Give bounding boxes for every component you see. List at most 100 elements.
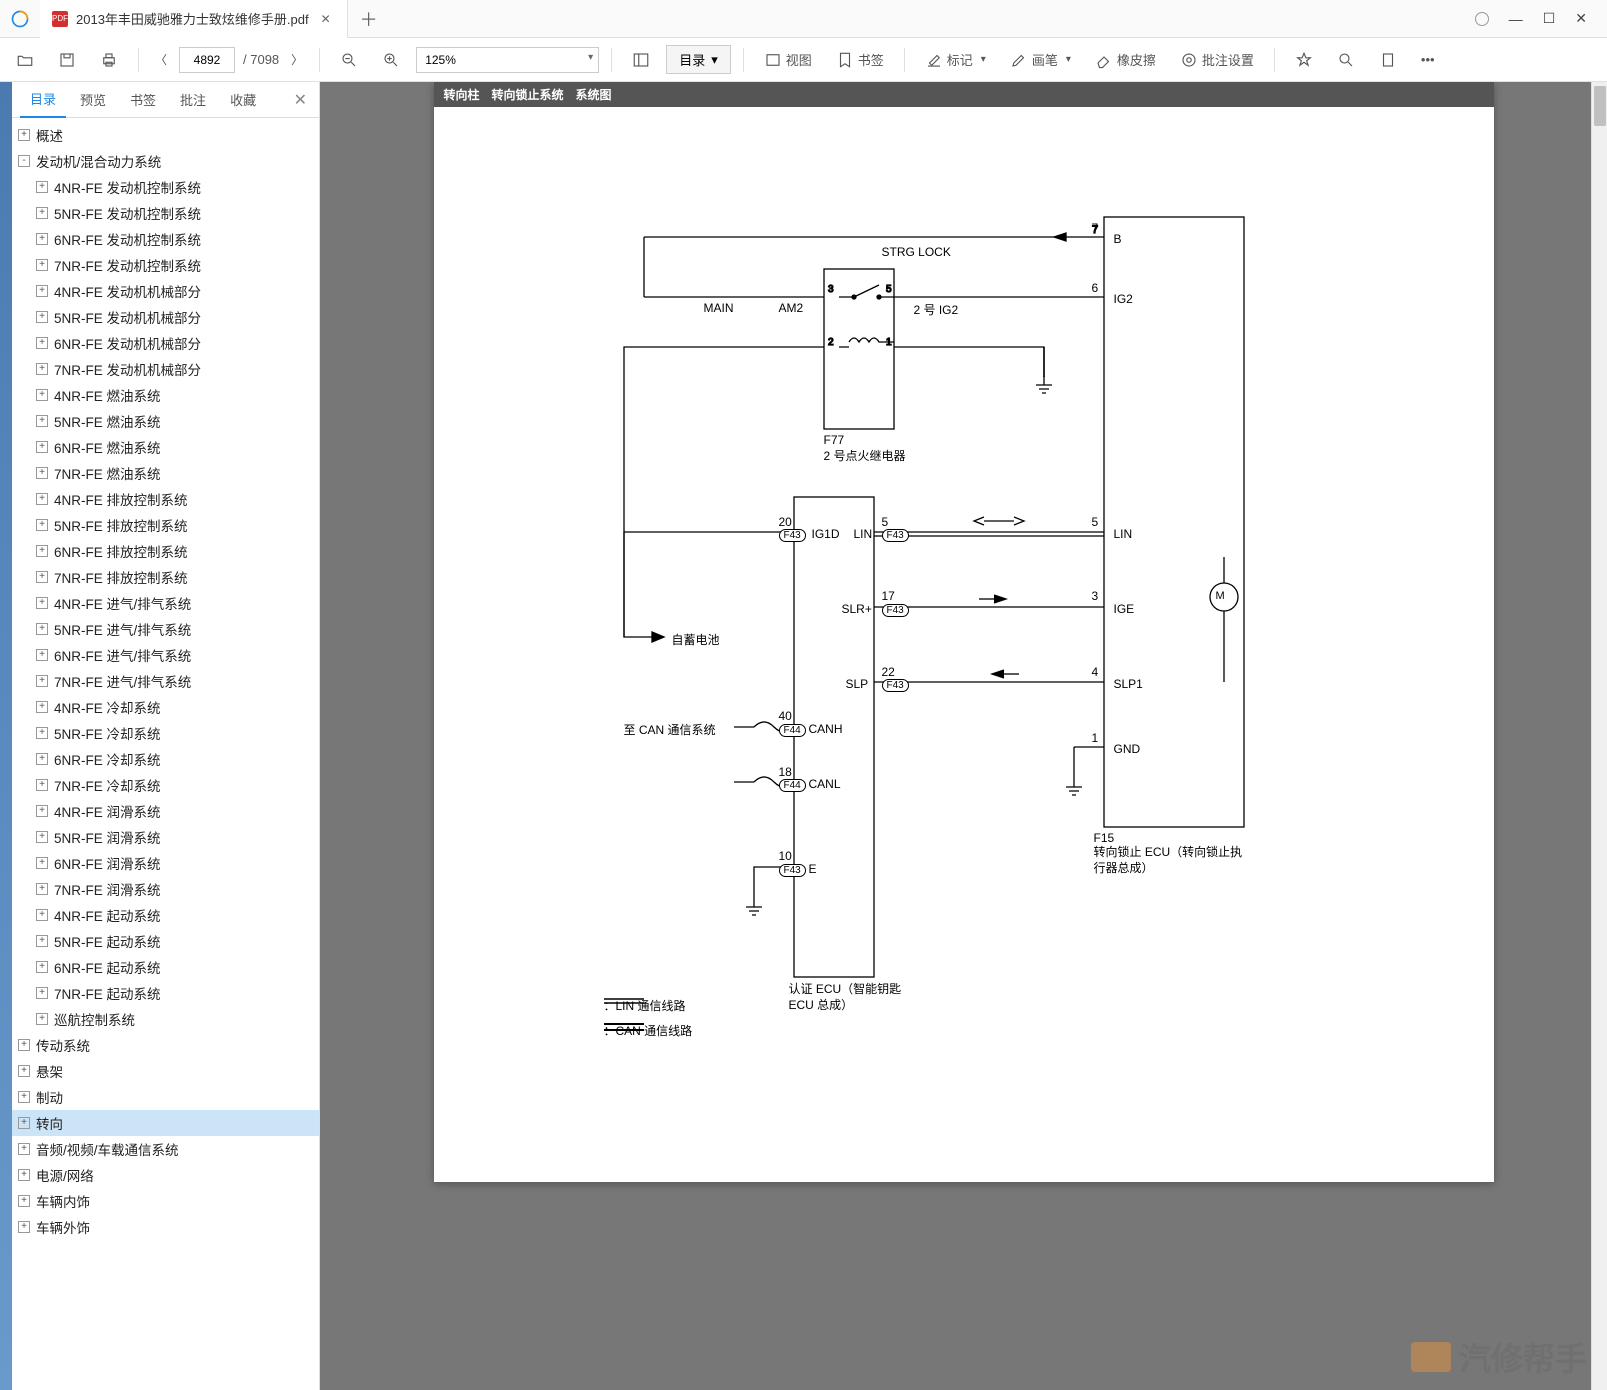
prev-page-button[interactable]: 〈 [151, 47, 171, 72]
vertical-scrollbar[interactable] [1591, 82, 1607, 1390]
tree-item[interactable]: +6NR-FE 发动机机械部分 [12, 330, 319, 356]
scroll-up-region[interactable] [1594, 86, 1606, 126]
tree-item[interactable]: +5NR-FE 进气/排气系统 [12, 616, 319, 642]
tree-item[interactable]: +4NR-FE 发动机机械部分 [12, 278, 319, 304]
tree-toggle-icon[interactable]: + [36, 493, 48, 505]
tree-item[interactable]: +7NR-FE 进气/排气系统 [12, 668, 319, 694]
tree-toggle-icon[interactable]: + [36, 233, 48, 245]
tree-toggle-icon[interactable]: + [36, 181, 48, 193]
tree-item[interactable]: +悬架 [12, 1058, 319, 1084]
tree-item[interactable]: +6NR-FE 润滑系统 [12, 850, 319, 876]
tree-toggle-icon[interactable]: + [36, 441, 48, 453]
sidebar-tab-preview[interactable]: 预览 [70, 82, 116, 117]
tree-toggle-icon[interactable]: + [36, 259, 48, 271]
tree-item[interactable]: +7NR-FE 发动机机械部分 [12, 356, 319, 382]
tree-toggle-icon[interactable]: + [36, 415, 48, 427]
tree-item[interactable]: +4NR-FE 发动机控制系统 [12, 174, 319, 200]
document-viewport[interactable]: 转向柱 转向锁止系统 系统图 [320, 82, 1607, 1390]
tree-toggle-icon[interactable]: + [18, 1143, 30, 1155]
tree-toggle-icon[interactable]: + [36, 675, 48, 687]
tree-toggle-icon[interactable]: + [36, 701, 48, 713]
tree-toggle-icon[interactable]: + [36, 389, 48, 401]
tree-toggle-icon[interactable]: + [36, 207, 48, 219]
tree-item[interactable]: +5NR-FE 发动机机械部分 [12, 304, 319, 330]
tree-item[interactable]: +巡航控制系统 [12, 1006, 319, 1032]
new-tab-button[interactable]: ＋ [348, 6, 390, 32]
tree-toggle-icon[interactable]: + [36, 909, 48, 921]
tree-toggle-icon[interactable]: + [18, 1221, 30, 1233]
tree-item[interactable]: +4NR-FE 排放控制系统 [12, 486, 319, 512]
more-button[interactable]: ••• [1413, 46, 1443, 73]
tree-toggle-icon[interactable]: + [18, 1169, 30, 1181]
tree-item[interactable]: +6NR-FE 排放控制系统 [12, 538, 319, 564]
tree-toggle-icon[interactable]: + [36, 779, 48, 791]
tree-item[interactable]: +概述 [12, 122, 319, 148]
sidebar-tab-favorite[interactable]: 收藏 [220, 82, 266, 117]
tree-toggle-icon[interactable]: + [36, 285, 48, 297]
tree-item[interactable]: +7NR-FE 起动系统 [12, 980, 319, 1006]
tree-toggle-icon[interactable]: + [36, 337, 48, 349]
tree-toggle-icon[interactable]: + [36, 363, 48, 375]
tree-item[interactable]: +车辆外饰 [12, 1214, 319, 1240]
tree-toggle-icon[interactable]: + [18, 1039, 30, 1051]
tree-toggle-icon[interactable]: + [18, 1091, 30, 1103]
sidebar-tab-toc[interactable]: 目录 [20, 81, 66, 118]
tree-item[interactable]: +5NR-FE 冷却系统 [12, 720, 319, 746]
bookmark-button[interactable]: 书签 [828, 44, 892, 75]
sidebar-toggle-button[interactable] [624, 45, 658, 75]
search-button[interactable] [1329, 45, 1363, 75]
sidebar-tab-annot[interactable]: 批注 [170, 82, 216, 117]
tree-toggle-icon[interactable]: + [18, 1195, 30, 1207]
tree-toggle-icon[interactable]: + [36, 961, 48, 973]
tree-toggle-icon[interactable]: + [18, 129, 30, 141]
zoom-in-button[interactable] [374, 45, 408, 75]
tree-toggle-icon[interactable]: + [36, 519, 48, 531]
tree-item[interactable]: +车辆内饰 [12, 1188, 319, 1214]
tree-toggle-icon[interactable]: - [18, 155, 30, 167]
tree-item[interactable]: +制动 [12, 1084, 319, 1110]
pen-button[interactable]: 画笔▾ [1002, 44, 1079, 75]
tree-item[interactable]: +5NR-FE 排放控制系统 [12, 512, 319, 538]
maximize-button[interactable]: ☐ [1543, 10, 1556, 27]
tree-item[interactable]: +6NR-FE 发动机控制系统 [12, 226, 319, 252]
batch-settings-button[interactable]: 批注设置 [1172, 44, 1262, 75]
next-page-button[interactable]: 〉 [287, 47, 307, 72]
tree-item[interactable]: +7NR-FE 排放控制系统 [12, 564, 319, 590]
tree-toggle-icon[interactable]: + [18, 1117, 30, 1129]
tree-toggle-icon[interactable]: + [36, 311, 48, 323]
close-button[interactable]: ✕ [1575, 10, 1587, 27]
tree-toggle-icon[interactable]: + [36, 883, 48, 895]
star-button[interactable] [1287, 45, 1321, 75]
tree-toggle-icon[interactable]: + [36, 649, 48, 661]
tree-toggle-icon[interactable]: + [36, 857, 48, 869]
tree-toggle-icon[interactable]: + [36, 545, 48, 557]
open-file-button[interactable] [8, 45, 42, 75]
tree-toggle-icon[interactable]: + [36, 753, 48, 765]
tree-item[interactable]: +4NR-FE 进气/排气系统 [12, 590, 319, 616]
tree-toggle-icon[interactable]: + [36, 727, 48, 739]
tree-item[interactable]: +6NR-FE 冷却系统 [12, 746, 319, 772]
mark-button[interactable]: 标记▾ [917, 44, 994, 75]
tree-item[interactable]: +5NR-FE 发动机控制系统 [12, 200, 319, 226]
tree-toggle-icon[interactable]: + [36, 831, 48, 843]
tree-toggle-icon[interactable]: + [36, 623, 48, 635]
tree-toggle-icon[interactable]: + [36, 467, 48, 479]
tree-item[interactable]: +5NR-FE 润滑系统 [12, 824, 319, 850]
tree-item[interactable]: +6NR-FE 燃油系统 [12, 434, 319, 460]
toc-dropdown[interactable]: 目录▾ [666, 45, 731, 74]
tree-item[interactable]: +7NR-FE 润滑系统 [12, 876, 319, 902]
eraser-button[interactable]: 橡皮擦 [1087, 44, 1164, 75]
tree-item[interactable]: +5NR-FE 燃油系统 [12, 408, 319, 434]
save-button[interactable] [50, 45, 84, 75]
tree-item[interactable]: +传动系统 [12, 1032, 319, 1058]
tree-toggle-icon[interactable]: + [36, 597, 48, 609]
sidebar-close-button[interactable]: ✕ [282, 82, 319, 118]
tree-toggle-icon[interactable]: + [36, 805, 48, 817]
tab-close-button[interactable]: ✕ [317, 12, 335, 26]
settings-icon[interactable] [1475, 12, 1489, 26]
tree-item[interactable]: +音频/视频/车载通信系统 [12, 1136, 319, 1162]
tree-item[interactable]: +转向 [12, 1110, 319, 1136]
tree-item[interactable]: +7NR-FE 冷却系统 [12, 772, 319, 798]
tree-item[interactable]: +7NR-FE 燃油系统 [12, 460, 319, 486]
tree-toggle-icon[interactable]: + [36, 571, 48, 583]
